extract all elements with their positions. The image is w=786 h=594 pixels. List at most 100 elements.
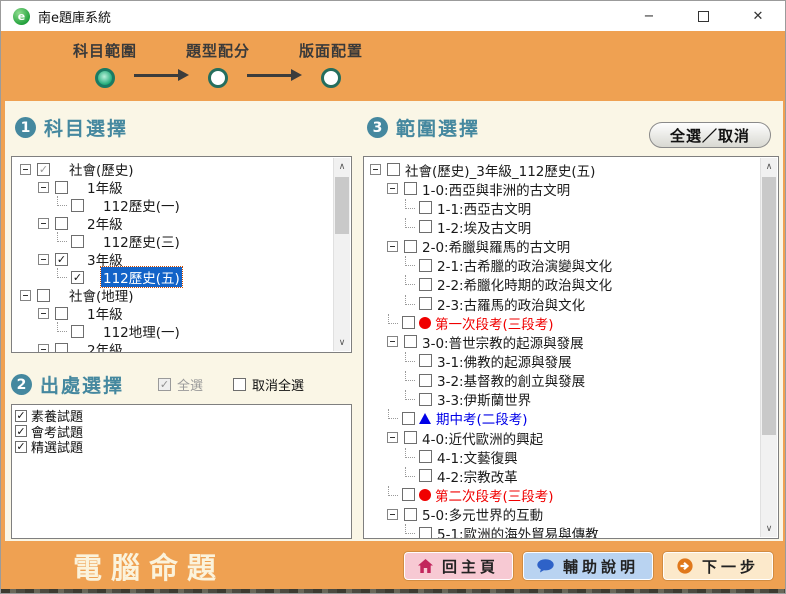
collapse-icon[interactable] — [387, 432, 398, 443]
tree-item-label[interactable]: 第二次段考(三段考) — [433, 485, 556, 505]
tree-row[interactable]: 1年級 — [16, 304, 331, 322]
collapse-icon[interactable] — [370, 164, 381, 175]
tree-item-label[interactable]: 2-2:希臘化時期的政治與文化 — [435, 274, 614, 294]
tree-row[interactable]: 1-1:西亞古文明 — [368, 198, 758, 217]
tree-item-label[interactable]: 3-2:基督教的創立與發展 — [435, 370, 587, 390]
tree-item-label[interactable]: 社會(歷史)_3年級_112歷史(五) — [403, 160, 597, 180]
tree-row[interactable]: ✓ 3年級 — [16, 250, 331, 268]
tree-item-label[interactable]: 112地理(一) — [101, 321, 182, 341]
help-button[interactable]: 輔助說明 — [523, 552, 653, 580]
tree-row[interactable]: 4-2:宗教改革 — [368, 466, 758, 485]
tree-item-label[interactable]: 5-0:多元世界的互動 — [420, 504, 545, 524]
deselect-all-checkbox[interactable] — [233, 378, 246, 391]
tree-row[interactable]: 4-1:文藝復興 — [368, 447, 758, 466]
tree-item-label[interactable]: 3年級 — [85, 249, 125, 269]
tree-checkbox[interactable] — [419, 393, 432, 406]
tree-item-label[interactable]: 5-1:歐洲的海外貿易與傳教 — [435, 523, 601, 539]
tree-checkbox[interactable] — [71, 199, 84, 212]
tree-checkbox[interactable] — [419, 220, 432, 233]
tree-row[interactable]: 4-0:近代歐洲的興起 — [368, 428, 758, 447]
tree-row[interactable]: 5-1:歐洲的海外貿易與傳教 — [368, 524, 758, 539]
tree-item-label[interactable]: 2-3:古羅馬的政治與文化 — [435, 294, 587, 314]
tree-checkbox[interactable] — [419, 450, 432, 463]
tree-row[interactable]: 3-2:基督教的創立與發展 — [368, 371, 758, 390]
tree-item-label[interactable]: 1-2:埃及古文明 — [435, 217, 533, 237]
tree-row[interactable]: 3-0:普世宗教的起源與發展 — [368, 332, 758, 351]
collapse-icon[interactable] — [20, 164, 31, 175]
range-scrollbar[interactable]: ∧ ∨ — [760, 158, 777, 537]
tree-item-label[interactable]: 2年級 — [85, 213, 125, 233]
tree-checkbox[interactable]: ✓ — [55, 253, 68, 266]
tree-row[interactable]: 1-2:埃及古文明 — [368, 217, 758, 236]
source-checkbox[interactable]: ✓ — [15, 425, 27, 437]
tree-row[interactable]: 1-0:西亞與非洲的古文明 — [368, 179, 758, 198]
subject-scrollbar[interactable]: ∧ ∨ — [333, 158, 350, 351]
collapse-icon[interactable] — [38, 344, 49, 354]
tree-item-label[interactable]: 2-0:希臘與羅馬的古文明 — [420, 236, 572, 256]
tree-item-label[interactable]: 第一次段考(三段考) — [433, 313, 556, 333]
scroll-thumb[interactable] — [762, 177, 776, 435]
source-checkbox[interactable]: ✓ — [15, 441, 27, 453]
tree-checkbox[interactable] — [404, 431, 417, 444]
tree-checkbox[interactable] — [402, 488, 415, 501]
scroll-down-icon[interactable]: ∨ — [761, 520, 777, 537]
tree-checkbox[interactable] — [419, 354, 432, 367]
tree-checkbox[interactable] — [404, 508, 417, 521]
tree-item-label[interactable]: 1-1:西亞古文明 — [435, 198, 533, 218]
tree-item-label[interactable]: 社會(地理) — [67, 285, 136, 305]
scroll-up-icon[interactable]: ∧ — [334, 158, 350, 175]
tree-item-label[interactable]: 4-1:文藝復興 — [435, 447, 520, 467]
tree-item-label[interactable]: 112歷史(一) — [101, 195, 182, 215]
collapse-icon[interactable] — [387, 509, 398, 520]
tree-item-label[interactable]: 社會(歷史) — [67, 159, 136, 179]
tree-item-label[interactable]: 4-2:宗教改革 — [435, 466, 520, 486]
tree-checkbox[interactable] — [387, 163, 400, 176]
maximize-icon[interactable] — [698, 11, 709, 22]
collapse-icon[interactable] — [38, 254, 49, 265]
tree-item-label[interactable]: 1年級 — [85, 177, 125, 197]
tree-checkbox[interactable] — [55, 343, 68, 354]
tree-row[interactable]: 3-1:佛教的起源與發展 — [368, 351, 758, 370]
collapse-icon[interactable] — [38, 308, 49, 319]
tree-row[interactable]: 5-0:多元世界的互動 — [368, 505, 758, 524]
minimize-icon[interactable]: − — [642, 9, 656, 24]
collapse-icon[interactable] — [387, 183, 398, 194]
tree-row[interactable]: 2-0:希臘與羅馬的古文明 — [368, 237, 758, 256]
tree-checkbox[interactable] — [419, 374, 432, 387]
tree-checkbox[interactable] — [419, 278, 432, 291]
tree-checkbox[interactable] — [55, 307, 68, 320]
tree-row[interactable]: 2-3:古羅馬的政治與文化 — [368, 294, 758, 313]
next-button[interactable]: 下一步 — [663, 552, 773, 580]
tree-checkbox[interactable] — [71, 235, 84, 248]
tree-row[interactable]: 社會(地理) — [16, 286, 331, 304]
tree-item-label[interactable]: 3-0:普世宗教的起源與發展 — [420, 332, 586, 352]
tree-checkbox[interactable] — [419, 259, 432, 272]
tree-row[interactable]: 2年級 — [16, 340, 331, 353]
tree-row[interactable]: 第一次段考(三段考) — [368, 313, 758, 332]
tree-checkbox[interactable]: ✓ — [71, 271, 84, 284]
tree-checkbox[interactable] — [419, 469, 432, 482]
scroll-down-icon[interactable]: ∨ — [334, 334, 350, 351]
tree-checkbox[interactable] — [404, 240, 417, 253]
tree-row[interactable]: 112地理(一) — [16, 322, 331, 340]
tree-item-label[interactable]: 1-0:西亞與非洲的古文明 — [420, 179, 572, 199]
tree-item-label[interactable]: 3-1:佛教的起源與發展 — [435, 351, 574, 371]
select-all-checkbox[interactable]: ✓ — [158, 378, 171, 391]
collapse-icon[interactable] — [387, 336, 398, 347]
tree-checkbox[interactable] — [402, 316, 415, 329]
close-icon[interactable]: ✕ — [751, 9, 765, 24]
tree-row[interactable]: 2年級 — [16, 214, 331, 232]
tree-row[interactable]: ✓ 112歷史(五) — [16, 268, 331, 286]
scroll-thumb[interactable] — [335, 177, 349, 234]
tree-checkbox[interactable] — [404, 182, 417, 195]
tree-row[interactable]: 社會(歷史)_3年級_112歷史(五) — [368, 160, 758, 179]
tree-row[interactable]: 1年級 — [16, 178, 331, 196]
tree-checkbox[interactable] — [419, 297, 432, 310]
select-all-toggle-button[interactable]: 全選／取消 — [649, 122, 771, 148]
tree-checkbox[interactable] — [419, 527, 432, 539]
tree-row[interactable]: 2-2:希臘化時期的政治與文化 — [368, 275, 758, 294]
tree-checkbox[interactable] — [55, 181, 68, 194]
tree-row[interactable]: 3-3:伊斯蘭世界 — [368, 390, 758, 409]
tree-item-label[interactable]: 4-0:近代歐洲的興起 — [420, 428, 545, 448]
collapse-icon[interactable] — [387, 241, 398, 252]
